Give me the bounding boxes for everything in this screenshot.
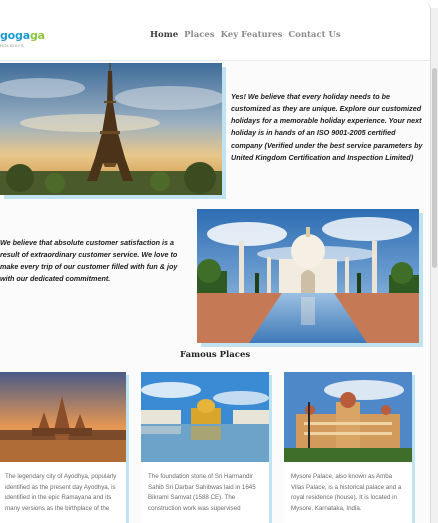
golden-temple-image xyxy=(141,372,269,462)
logo-text: gogaga xyxy=(0,29,45,42)
page-scrollbar[interactable] xyxy=(431,8,438,523)
place-card-ayodhya[interactable]: The legendary city of Ayodhya, popularly… xyxy=(0,372,126,523)
ayodhya-image xyxy=(0,372,126,462)
intro-paragraph: Yes! We believe that every holiday needs… xyxy=(231,92,423,162)
page: gogaga HOLIDAYS Home Places Key Features… xyxy=(0,0,431,523)
site-header: gogaga HOLIDAYS Home Places Key Features… xyxy=(0,0,430,61)
nav-contact-us[interactable]: Contact Us xyxy=(288,30,340,40)
main-nav: Home Places Key Features Contact Us xyxy=(150,30,341,40)
golden-temple-description: The foundation stone of Sri Harmandir Sa… xyxy=(148,473,256,512)
logo[interactable]: gogaga HOLIDAYS xyxy=(0,26,45,48)
mysore-palace-description: Mysore Palace, also known as Amba Vilas … xyxy=(291,473,402,512)
famous-places-heading: Famous Places xyxy=(180,350,251,360)
nav-key-features[interactable]: Key Features xyxy=(221,30,283,40)
taj-mahal-image xyxy=(197,209,419,343)
place-card-golden-temple[interactable]: The foundation stone of Sri Harmandir Sa… xyxy=(141,372,269,523)
scrollbar-thumb[interactable] xyxy=(432,68,437,268)
logo-subtext: HOLIDAYS xyxy=(0,43,24,48)
mysore-palace-image xyxy=(284,372,412,462)
place-card-mysore-palace[interactable]: Mysore Palace, also known as Amba Vilas … xyxy=(284,372,412,523)
eiffel-tower-image xyxy=(0,63,222,195)
ayodhya-description: The legendary city of Ayodhya, popularly… xyxy=(5,473,117,512)
satisfaction-paragraph: We believe that absolute customer satisf… xyxy=(0,238,178,284)
nav-places[interactable]: Places xyxy=(184,30,215,40)
nav-home[interactable]: Home xyxy=(150,30,178,40)
